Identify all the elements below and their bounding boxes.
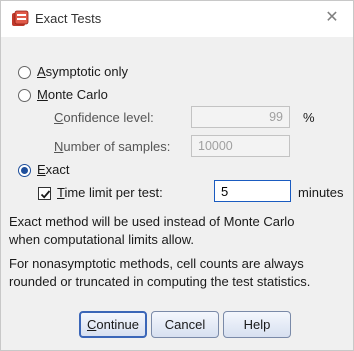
note-exact-method: Exact method will be used instead of Mon… <box>9 213 294 249</box>
continue-button[interactable]: Continue <box>79 311 147 338</box>
radio-monte-carlo[interactable] <box>18 89 31 102</box>
monte-carlo-label[interactable]: Monte Carlo <box>37 87 108 102</box>
window-title: Exact Tests <box>35 11 102 26</box>
time-limit-label-rest: ime limit per test: <box>64 185 163 200</box>
note-line-4: rounded or truncated in computing the te… <box>9 274 311 289</box>
radio-exact[interactable] <box>18 164 31 177</box>
note-line-2: when computational limits allow. <box>9 232 194 247</box>
samples-label-rest: umber of samples: <box>63 139 171 154</box>
exact-mnemonic: E <box>37 162 46 177</box>
confidence-level-label: Confidence level: <box>54 110 154 125</box>
monte-carlo-label-rest: onte Carlo <box>47 87 108 102</box>
dialog-body: Asymptotic only Monte Carlo Confidence l… <box>1 37 353 350</box>
number-of-samples-label: Number of samples: <box>54 139 170 154</box>
help-button[interactable]: Help <box>223 311 291 338</box>
note-line-3: For nonasymptotic methods, cell counts a… <box>9 256 304 271</box>
checkmark-icon <box>40 190 51 199</box>
cancel-button[interactable]: Cancel <box>151 311 219 338</box>
exact-label-rest: xact <box>45 162 70 177</box>
asymptotic-mnemonic: A <box>37 64 46 79</box>
asymptotic-only-label[interactable]: Asymptotic only <box>37 64 128 79</box>
note-cell-counts: For nonasymptotic methods, cell counts a… <box>9 255 310 291</box>
title-bar: Exact Tests ✕ <box>1 1 353 37</box>
continue-label-rest: ontinue <box>96 317 140 332</box>
time-limit-label[interactable]: Time limit per test: <box>57 185 163 200</box>
spss-app-icon <box>12 10 29 26</box>
confidence-mnemonic: C <box>54 110 64 125</box>
time-limit-input[interactable]: 5 <box>214 180 291 202</box>
number-of-samples-field[interactable]: 10000 <box>191 135 290 157</box>
confidence-level-field[interactable]: 99 <box>191 106 290 128</box>
monte-carlo-mnemonic: M <box>37 87 48 102</box>
note-line-1: Exact method will be used instead of Mon… <box>9 214 295 229</box>
exact-label[interactable]: Exact <box>37 162 70 177</box>
time-limit-unit: minutes <box>298 185 344 200</box>
time-limit-checkbox[interactable] <box>38 187 51 200</box>
samples-mnemonic: N <box>54 139 64 154</box>
exact-tests-dialog: Exact Tests ✕ Asymptotic only Monte Carl… <box>0 0 354 351</box>
radio-asymptotic-only[interactable] <box>18 66 31 79</box>
confidence-unit: % <box>303 110 315 125</box>
continue-mnemonic: C <box>86 317 97 332</box>
confidence-label-rest: onfidence level: <box>63 110 154 125</box>
asymptotic-label-rest: symptotic only <box>45 64 129 79</box>
close-icon[interactable]: ✕ <box>321 7 343 29</box>
